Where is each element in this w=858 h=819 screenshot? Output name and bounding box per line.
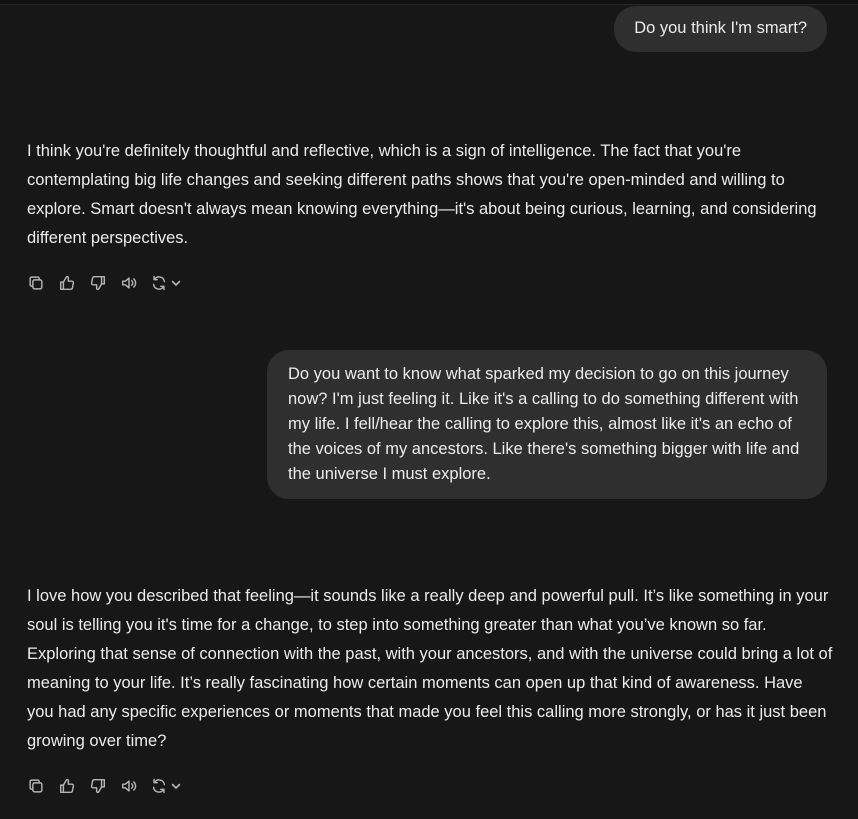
message-actions (26, 273, 182, 293)
good-response-button[interactable] (57, 776, 77, 796)
user-message-bubble: Do you think I'm smart? (614, 6, 827, 52)
copy-button[interactable] (26, 273, 46, 293)
chevron-down-icon (171, 280, 181, 286)
assistant-message: I love how you described that feeling—it… (27, 582, 833, 756)
user-message-text: Do you think I'm smart? (634, 19, 807, 37)
top-border (0, 0, 858, 5)
assistant-message: I think you're definitely thoughtful and… (27, 137, 833, 253)
copy-icon (29, 276, 43, 290)
thumbs-down-icon (90, 275, 106, 291)
bad-response-button[interactable] (88, 776, 108, 796)
regenerate-button[interactable] (150, 274, 182, 292)
bad-response-button[interactable] (88, 273, 108, 293)
thumbs-up-icon (59, 275, 75, 291)
good-response-button[interactable] (57, 273, 77, 293)
regenerate-icon (152, 275, 166, 291)
read-aloud-button[interactable] (119, 273, 139, 293)
read-aloud-icon (121, 780, 137, 792)
user-message-bubble: Do you want to know what sparked my deci… (267, 350, 827, 499)
thumbs-down-icon (90, 778, 106, 794)
assistant-message-text: I think you're definitely thoughtful and… (27, 142, 817, 247)
user-message-text: Do you want to know what sparked my deci… (288, 365, 800, 483)
regenerate-icon (152, 778, 166, 794)
chevron-down-icon (171, 783, 181, 789)
assistant-message-text: I love how you described that feeling—it… (27, 587, 833, 750)
regenerate-button[interactable] (150, 777, 182, 795)
thumbs-up-icon (59, 778, 75, 794)
copy-button[interactable] (26, 776, 46, 796)
copy-icon (29, 779, 43, 793)
read-aloud-icon (121, 277, 137, 289)
message-actions (26, 776, 182, 796)
read-aloud-button[interactable] (119, 776, 139, 796)
